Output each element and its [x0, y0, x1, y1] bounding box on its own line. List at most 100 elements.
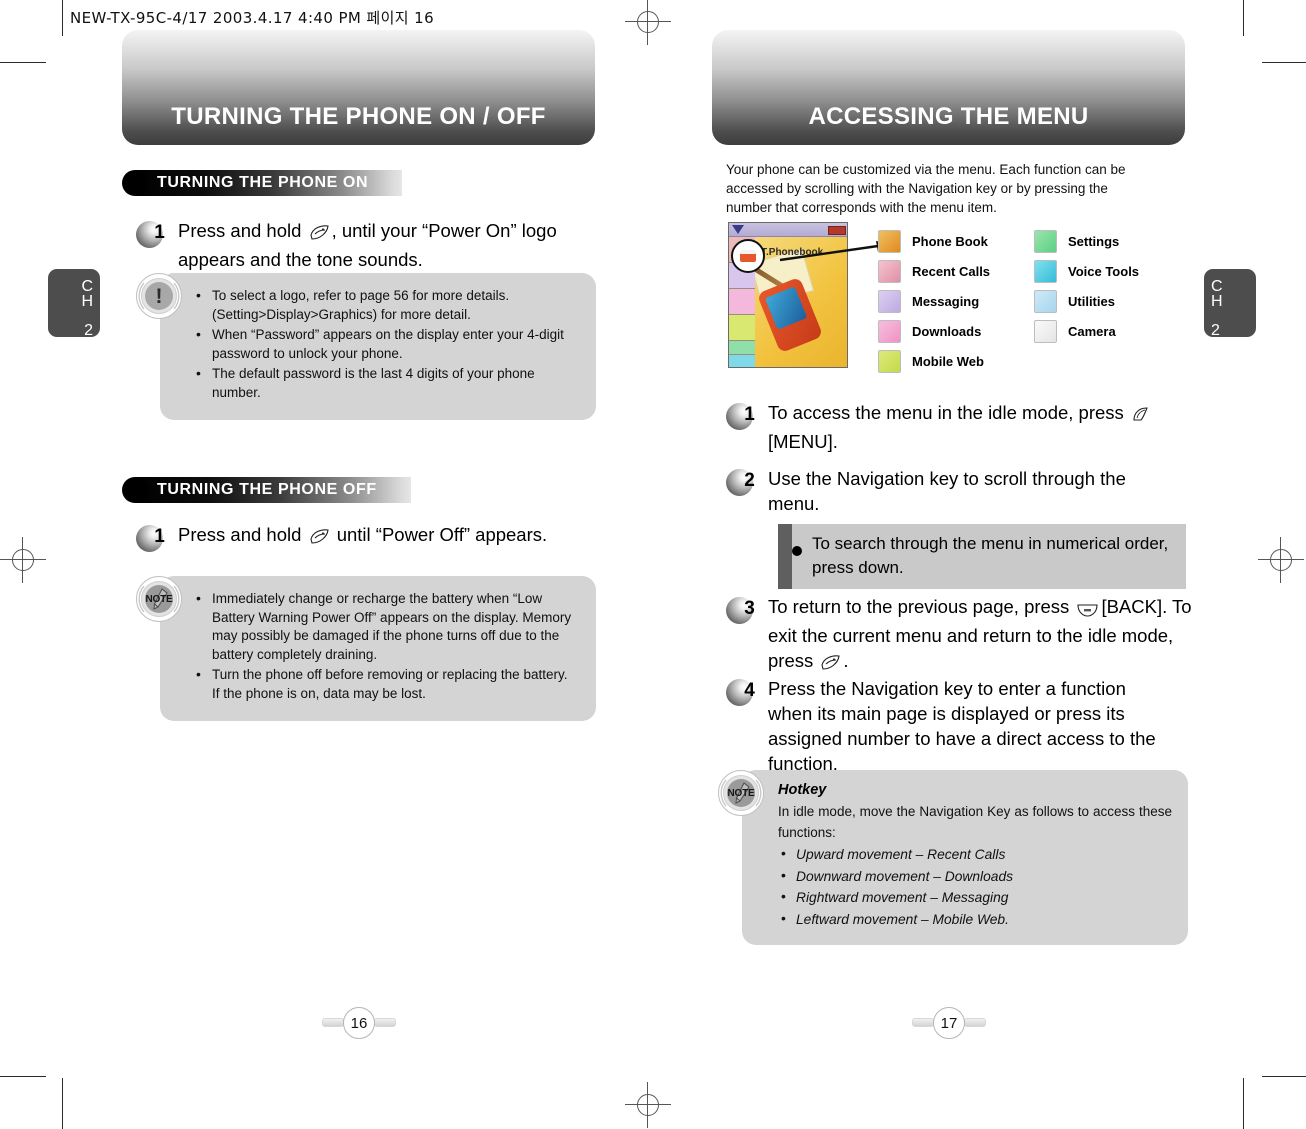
- section-header-phone-off: TURNING THE PHONE OFF: [122, 477, 411, 503]
- page-wing-left: [322, 1018, 344, 1027]
- list-item: Leftward movement – Mobile Web.: [778, 909, 1172, 930]
- menu-item-settings[interactable]: Settings: [1034, 226, 1139, 256]
- step-number: 1: [744, 404, 755, 425]
- note-label: NOTE: [727, 787, 755, 799]
- step-number: 1: [154, 526, 165, 547]
- page-number-left: 16: [322, 1004, 396, 1040]
- step-number: 2: [744, 470, 755, 491]
- note-icon: NOTE: [136, 576, 182, 622]
- note-label: NOTE: [145, 593, 173, 605]
- step-number-badge: 1: [136, 219, 170, 249]
- messaging-icon: [878, 289, 901, 313]
- step-text-before: To access the menu in the idle mode, pre…: [768, 402, 1124, 423]
- crop-line-left-h: [0, 62, 46, 63]
- menu-item-camera[interactable]: Camera: [1034, 316, 1139, 346]
- menu-item-label: Settings: [1068, 233, 1120, 249]
- step-number-badge: 1: [136, 523, 170, 553]
- step-phone-on-1: 1 Press and hold , until your “Power On”…: [136, 218, 596, 272]
- menu-item-recent-calls[interactable]: Recent Calls: [878, 256, 990, 286]
- note-body: Immediately change or recharge the batte…: [160, 576, 596, 721]
- list-item: Upward movement – Recent Calls: [778, 844, 1172, 865]
- crop-line-right-h2: [1262, 1076, 1306, 1077]
- left-page: TURNING THE PHONE ON / OFF TURNING THE P…: [60, 0, 650, 1129]
- warning-body: To select a logo, refer to page 56 for m…: [160, 273, 596, 420]
- voice-tools-icon: [1034, 259, 1057, 283]
- right-page: ACCESSING THE MENU Your phone can be cus…: [650, 0, 1240, 1129]
- page-number-value: 16: [343, 1007, 375, 1039]
- crop-line-top-right-v: [1243, 0, 1244, 36]
- menu-item-mobile-web[interactable]: Mobile Web: [878, 346, 990, 376]
- exclamation-icon: !: [136, 273, 182, 319]
- left-page-banner: TURNING THE PHONE ON / OFF: [122, 30, 595, 145]
- step-text-after: until “Power Off” appears.: [336, 524, 548, 545]
- crop-line-bottom-right-v: [1243, 1078, 1244, 1129]
- step-number-badge: 4: [726, 677, 760, 707]
- section-header-label: TURNING THE PHONE ON: [157, 174, 369, 191]
- menu-item-utilities[interactable]: Utilities: [1034, 286, 1139, 316]
- step-number-badge: 2: [726, 467, 760, 497]
- note-icon: NOTE: [718, 770, 764, 816]
- menu-item-phone-book[interactable]: Phone Book: [878, 226, 990, 256]
- warning-callout-phone-on: ! To select a logo, refer to page 56 for…: [136, 273, 596, 420]
- chapter-tab-line1: C: [1211, 278, 1223, 295]
- page-title: ACCESSING THE MENU: [808, 103, 1089, 130]
- chapter-tab-number: 2: [1211, 322, 1220, 339]
- step-number: 3: [744, 598, 755, 619]
- chapter-tab-line2: H: [81, 293, 93, 310]
- menu-item-voice-tools[interactable]: Voice Tools: [1034, 256, 1139, 286]
- end-key-icon: [820, 652, 841, 677]
- hotkey-note-body: Hotkey In idle mode, move the Navigation…: [742, 770, 1188, 945]
- bullet-icon: [792, 546, 802, 556]
- mobile-web-icon: [878, 349, 901, 373]
- list-item: Downward movement – Downloads: [778, 866, 1172, 887]
- signal-icon: [732, 225, 744, 234]
- note-callout-phone-off: NOTE Immediately change or recharge the …: [136, 576, 596, 721]
- manual-spread: NEW-TX-95C-4/17 2003.4.17 4:40 PM 페이지 16…: [0, 0, 1306, 1129]
- page-title: TURNING THE PHONE ON / OFF: [171, 103, 546, 130]
- step-text: Use the Navigation key to scroll through…: [768, 468, 1126, 514]
- hotkey-note-callout: NOTE Hotkey In idle mode, move the Navig…: [718, 770, 1188, 945]
- list-item: When “Password” appears on the display e…: [196, 325, 578, 363]
- section-bullet-icon: [122, 170, 148, 196]
- menu-column-1: Phone Book Recent Calls Messaging Downlo…: [878, 226, 990, 376]
- chapter-tab-left: C H 2: [48, 269, 100, 339]
- hotkey-title: Hotkey: [778, 782, 827, 798]
- list-item: Immediately change or recharge the batte…: [196, 589, 578, 664]
- step-menu-4: 4 Press the Navigation key to enter a fu…: [726, 676, 1196, 776]
- chapter-tab-right: C H 2: [1204, 269, 1256, 339]
- back-key-icon: [1076, 598, 1099, 623]
- step-number-badge: 1: [726, 401, 760, 431]
- list-item: The default password is the last 4 digit…: [196, 364, 578, 402]
- section-header-phone-on: TURNING THE PHONE ON: [122, 170, 403, 196]
- step-text: Press the Navigation key to enter a func…: [768, 678, 1156, 774]
- right-page-banner: ACCESSING THE MENU: [712, 30, 1185, 145]
- downloads-icon: [878, 319, 901, 343]
- menu-map: T.Phonebook Phone Book Recent Calls Mess…: [726, 222, 1186, 382]
- menu-item-label: Messaging: [912, 293, 980, 309]
- step-text: Press and hold , until your “Power On” l…: [178, 218, 596, 272]
- menu-item-messaging[interactable]: Messaging: [878, 286, 990, 316]
- step-number: 1: [154, 222, 165, 243]
- section-header-label: TURNING THE PHONE OFF: [157, 481, 377, 498]
- warning-list: To select a logo, refer to page 56 for m…: [196, 286, 578, 402]
- step-menu-2: 2 Use the Navigation key to scroll throu…: [726, 466, 1186, 516]
- intro-paragraph: Your phone can be customized via the men…: [726, 162, 1126, 215]
- step-menu-3: 3 To return to the previous page, press …: [726, 594, 1196, 677]
- menu-item-downloads[interactable]: Downloads: [878, 316, 990, 346]
- camera-icon: [1034, 319, 1057, 343]
- step-text-after: [MENU].: [768, 431, 838, 452]
- hotkey-lead: In idle mode, move the Navigation Key as…: [778, 804, 1172, 840]
- exclamation-glyph: !: [155, 284, 163, 308]
- chapter-tab-line1: C: [81, 278, 93, 295]
- registration-mark-right: [1258, 537, 1304, 583]
- hotkey-list: Upward movement – Recent Calls Downward …: [778, 844, 1172, 930]
- tip-lead-bar: [778, 524, 792, 589]
- crop-line-left-h2: [0, 1076, 46, 1077]
- step-text-before: Press and hold: [178, 524, 302, 545]
- page-wing-right: [964, 1018, 986, 1027]
- menu-item-label: Camera: [1068, 323, 1116, 339]
- crop-line-right-h: [1262, 62, 1306, 63]
- page-number-value: 17: [933, 1007, 965, 1039]
- menu-item-label: Mobile Web: [912, 353, 984, 369]
- step-text: Press and hold until “Power Off” appears…: [178, 522, 547, 551]
